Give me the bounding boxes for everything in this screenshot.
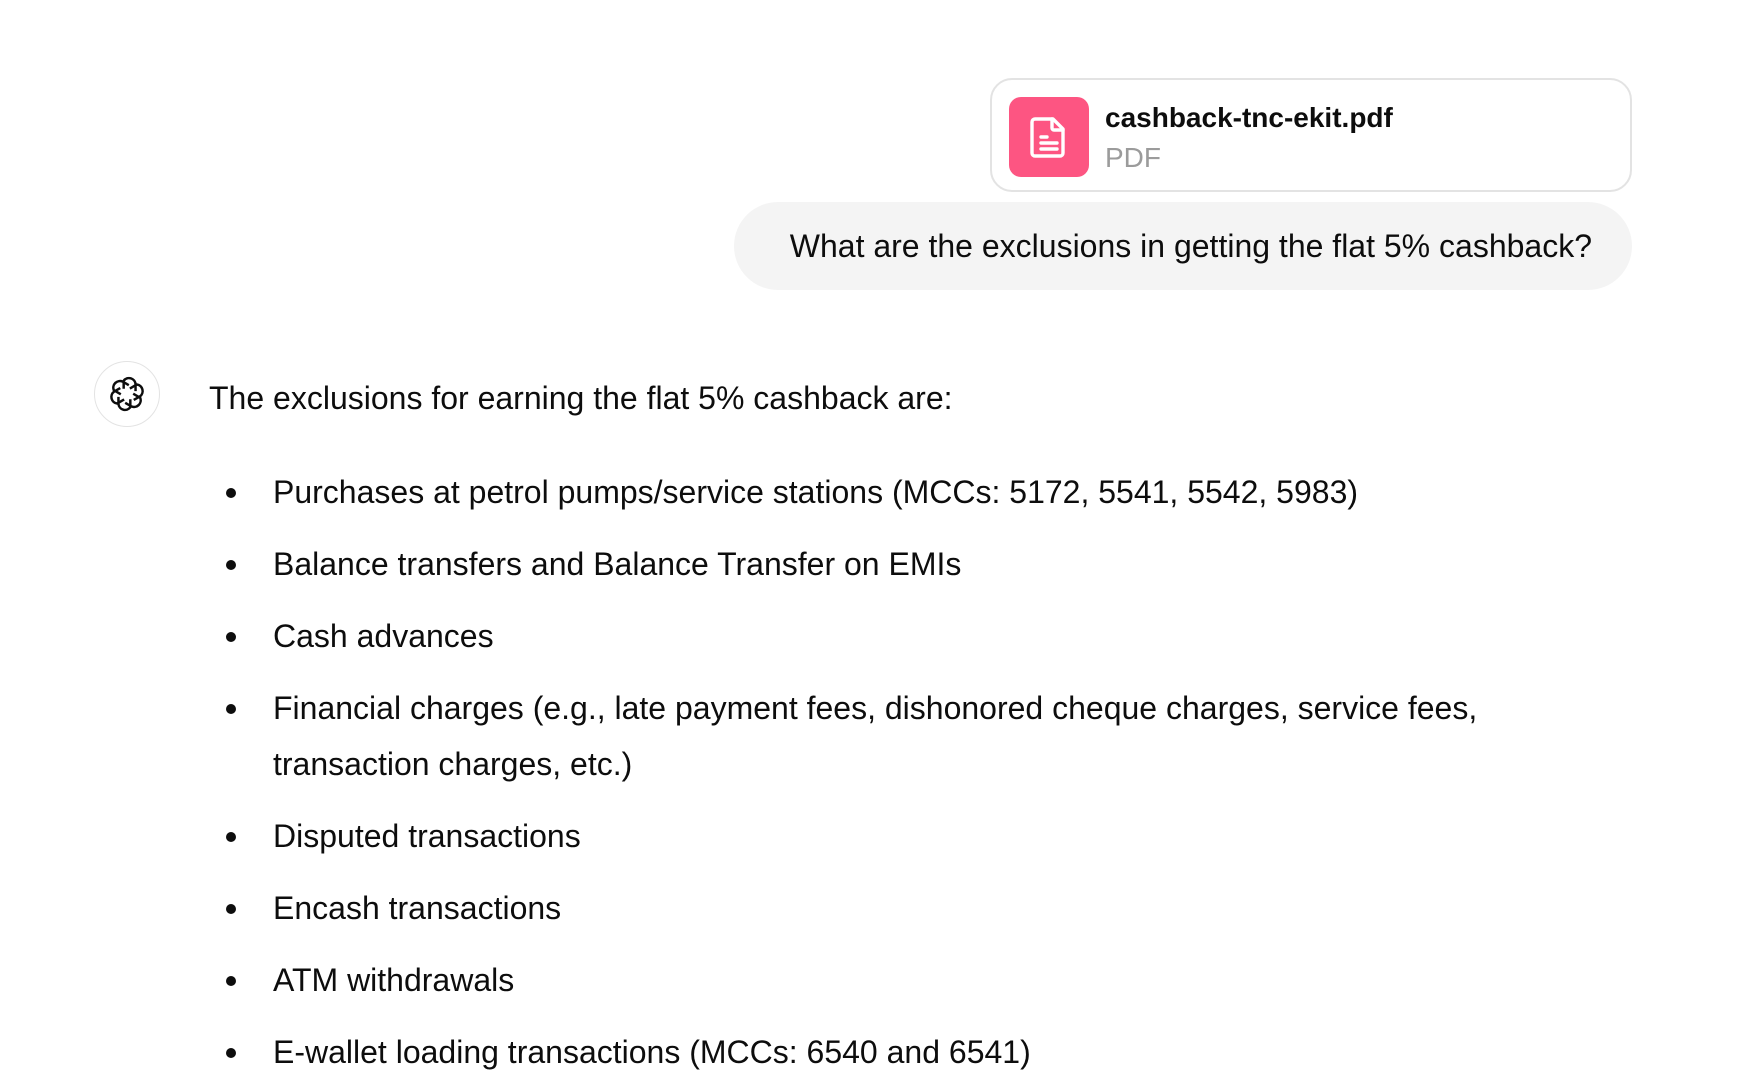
assistant-intro-text: The exclusions for earning the flat 5% c… [209,380,953,416]
list-item: Encash transactions [209,880,1589,936]
list-item: Disputed transactions [209,808,1589,864]
list-item-text: Balance transfers and Balance Transfer o… [273,546,962,582]
bullet-icon [226,488,236,498]
list-item: Purchases at petrol pumps/service statio… [209,464,1589,520]
list-item: ATM withdrawals [209,952,1589,1008]
bullet-icon [226,632,236,642]
chat-page: cashback-tnc-ekit.pdf PDF What are the e… [0,0,1750,1090]
file-type-label: PDF [1105,142,1161,173]
bullet-icon [226,1048,236,1058]
list-item: Balance transfers and Balance Transfer o… [209,536,1589,592]
user-message-bubble: What are the exclusions in getting the f… [734,202,1632,290]
list-item-text: Financial charges (e.g., late payment fe… [273,690,1478,782]
list-item-text: Cash advances [273,618,494,654]
bullet-icon [226,976,236,986]
bullet-icon [226,904,236,914]
file-name: cashback-tnc-ekit.pdf [1105,102,1393,133]
list-item-text: Disputed transactions [273,818,581,854]
list-item-text: Purchases at petrol pumps/service statio… [273,474,1359,510]
exclusion-list: Purchases at petrol pumps/service statio… [209,464,1589,1090]
bullet-icon [226,704,236,714]
list-item-text: E-wallet loading transactions (MCCs: 654… [273,1034,1031,1070]
list-item: E-wallet loading transactions (MCCs: 654… [209,1024,1589,1080]
document-icon [1009,97,1089,177]
list-item: Financial charges (e.g., late payment fe… [209,680,1589,792]
user-message-text: What are the exclusions in getting the f… [789,227,1592,264]
openai-logo-icon [110,376,144,412]
bullet-icon [226,560,236,570]
file-attachment-card[interactable]: cashback-tnc-ekit.pdf PDF [990,78,1632,192]
assistant-avatar [94,361,160,427]
list-item-text: Encash transactions [273,890,562,926]
list-item-text: ATM withdrawals [273,962,515,998]
list-item: Cash advances [209,608,1589,664]
bullet-icon [226,832,236,842]
